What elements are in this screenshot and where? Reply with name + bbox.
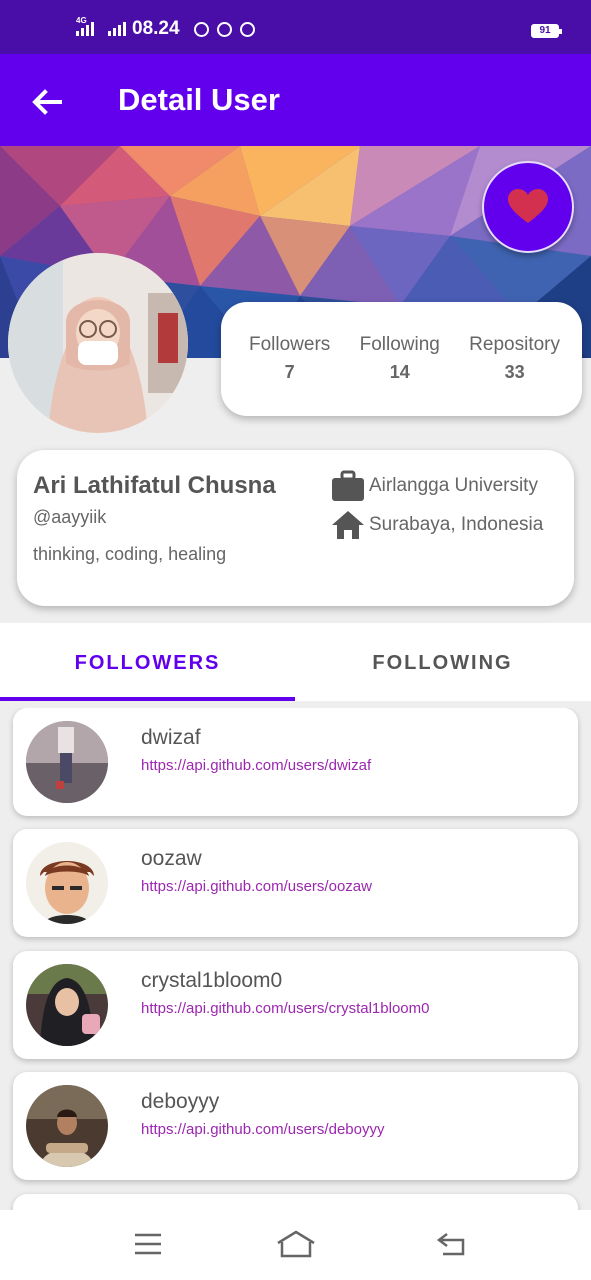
menu-icon[interactable]: [123, 1224, 173, 1264]
profile-location: Surabaya, Indonesia: [331, 510, 543, 540]
tab-followers[interactable]: FOLLOWERS: [0, 623, 295, 701]
status-left: 4G 08.24: [76, 16, 255, 40]
home-icon: [332, 511, 364, 539]
cellular-signal-2-icon: [108, 22, 126, 36]
system-nav-bar: [0, 1210, 591, 1280]
favorite-button[interactable]: [482, 161, 574, 253]
tab-following[interactable]: FOLLOWING: [295, 623, 590, 701]
list-item[interactable]: oozaw https://api.github.com/users/oozaw: [13, 829, 578, 937]
battery-level: 91: [539, 25, 551, 36]
list-item[interactable]: [13, 1194, 578, 1210]
followers-list[interactable]: dwizaf https://api.github.com/users/dwiz…: [0, 708, 591, 1210]
list-item[interactable]: deboyyy https://api.github.com/users/deb…: [13, 1072, 578, 1180]
battery-icon: 91: [531, 24, 562, 38]
notification-icons: [193, 21, 255, 37]
list-item[interactable]: dwizaf https://api.github.com/users/dwiz…: [13, 708, 578, 816]
tab-bar: FOLLOWERS FOLLOWING: [0, 623, 591, 701]
app-notification-icon: [239, 21, 255, 37]
tab-indicator: [0, 697, 295, 701]
status-bar: 4G 08.24 91: [0, 0, 591, 54]
arrow-back-icon[interactable]: [26, 82, 66, 122]
profile-card: Ari Lathifatul Chusna @aayyiik thinking,…: [17, 450, 574, 606]
follower-avatar: [26, 964, 108, 1046]
stat-followers: Followers 7: [249, 334, 330, 416]
profile-bio: thinking, coding, healing: [33, 544, 227, 564]
back-nav-icon[interactable]: [426, 1224, 476, 1264]
status-time: 08.24: [132, 18, 180, 39]
stat-value: 33: [504, 362, 525, 382]
follower-avatar: [26, 1085, 108, 1167]
follower-avatar: [26, 842, 108, 924]
follower-login: crystal1bloom0: [141, 969, 283, 992]
cellular-signal-icon: 4G: [76, 16, 94, 36]
page-title: Detail User: [118, 82, 280, 117]
home-nav-icon[interactable]: [271, 1224, 321, 1264]
user-avatar: [8, 253, 188, 433]
stat-label: Repository: [469, 334, 560, 355]
telegram-icon: [216, 21, 232, 37]
profile-username: @aayyiik: [33, 507, 107, 527]
stat-repository: Repository 33: [469, 334, 560, 416]
follower-url: https://api.github.com/users/oozaw: [141, 878, 372, 895]
network-type: 4G: [76, 16, 87, 25]
follower-url: https://api.github.com/users/deboyyy: [141, 1121, 385, 1138]
stat-label: Followers: [249, 334, 331, 355]
stats-card: Followers 7 Following 14 Repository 33: [221, 302, 582, 416]
whatsapp-icon: [193, 21, 209, 37]
stat-label: Following: [359, 334, 440, 355]
location-text: Surabaya, Indonesia: [369, 514, 544, 535]
app-bar: Detail User: [0, 54, 591, 146]
follower-url: https://api.github.com/users/crystal1blo…: [141, 1000, 430, 1017]
heart-icon: [508, 189, 548, 223]
company-text: Airlangga University: [369, 475, 538, 496]
follower-avatar: [26, 721, 108, 803]
follower-login: dwizaf: [141, 726, 201, 749]
stat-following: Following 14: [360, 334, 440, 416]
profile-company: Airlangga University: [331, 470, 538, 502]
list-item[interactable]: crystal1bloom0 https://api.github.com/us…: [13, 951, 578, 1059]
stat-value: 7: [284, 362, 295, 382]
briefcase-icon: [332, 470, 364, 501]
profile-name: Ari Lathifatul Chusna: [33, 472, 276, 499]
follower-url: https://api.github.com/users/dwizaf: [141, 757, 372, 774]
follower-login: deboyyy: [141, 1090, 220, 1113]
stat-value: 14: [389, 362, 410, 382]
follower-login: oozaw: [141, 847, 202, 870]
